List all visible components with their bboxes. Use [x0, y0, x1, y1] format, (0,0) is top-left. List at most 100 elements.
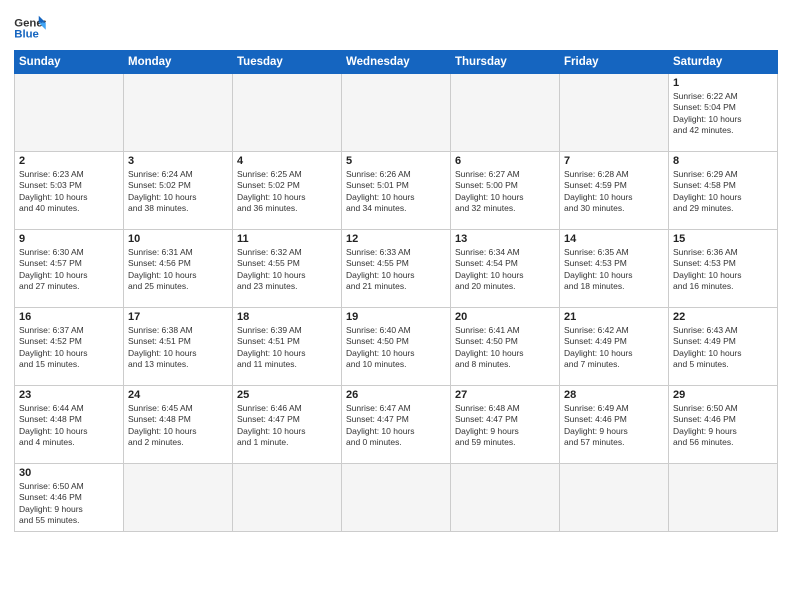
weekday-header-monday: Monday [124, 51, 233, 74]
calendar-cell [124, 464, 233, 532]
weekday-header-sunday: Sunday [15, 51, 124, 74]
day-number: 4 [237, 155, 337, 167]
cell-info: Sunrise: 6:30 AM Sunset: 4:57 PM Dayligh… [19, 247, 119, 293]
cell-info: Sunrise: 6:40 AM Sunset: 4:50 PM Dayligh… [346, 325, 446, 371]
calendar-cell [560, 464, 669, 532]
calendar-cell [451, 464, 560, 532]
calendar-cell: 11 Sunrise: 6:32 AM Sunset: 4:55 PM Dayli… [233, 230, 342, 308]
day-number: 27 [455, 389, 555, 401]
cell-info: Sunrise: 6:36 AM Sunset: 4:53 PM Dayligh… [673, 247, 773, 293]
calendar-cell [342, 464, 451, 532]
day-number: 7 [564, 155, 664, 167]
calendar-cell: 21 Sunrise: 6:42 AM Sunset: 4:49 PM Dayli… [560, 308, 669, 386]
weekday-header-saturday: Saturday [669, 51, 778, 74]
cell-info: Sunrise: 6:33 AM Sunset: 4:55 PM Dayligh… [346, 247, 446, 293]
cell-info: Sunrise: 6:48 AM Sunset: 4:47 PM Dayligh… [455, 403, 555, 449]
day-number: 14 [564, 233, 664, 245]
calendar-cell: 26 Sunrise: 6:47 AM Sunset: 4:47 PM Dayli… [342, 386, 451, 464]
cell-info: Sunrise: 6:46 AM Sunset: 4:47 PM Dayligh… [237, 403, 337, 449]
calendar-cell [233, 74, 342, 152]
calendar-cell: 4 Sunrise: 6:25 AM Sunset: 5:02 PM Daylig… [233, 152, 342, 230]
day-number: 10 [128, 233, 228, 245]
calendar-cell [233, 464, 342, 532]
day-number: 26 [346, 389, 446, 401]
day-number: 12 [346, 233, 446, 245]
weekday-header-tuesday: Tuesday [233, 51, 342, 74]
day-number: 29 [673, 389, 773, 401]
day-number: 6 [455, 155, 555, 167]
calendar-cell: 28Sunrise: 6:49 AM Sunset: 4:46 PM Dayli… [560, 386, 669, 464]
day-number: 5 [346, 155, 446, 167]
cell-info: Sunrise: 6:39 AM Sunset: 4:51 PM Dayligh… [237, 325, 337, 371]
logo-icon: General Blue [14, 14, 46, 42]
day-number: 30 [19, 467, 119, 479]
day-number: 2 [19, 155, 119, 167]
cell-info: Sunrise: 6:22 AM Sunset: 5:04 PM Dayligh… [673, 91, 773, 137]
calendar-cell [15, 74, 124, 152]
day-number: 8 [673, 155, 773, 167]
cell-info: Sunrise: 6:25 AM Sunset: 5:02 PM Dayligh… [237, 169, 337, 215]
cell-info: Sunrise: 6:26 AM Sunset: 5:01 PM Dayligh… [346, 169, 446, 215]
cell-info: Sunrise: 6:27 AM Sunset: 5:00 PM Dayligh… [455, 169, 555, 215]
weekday-header-friday: Friday [560, 51, 669, 74]
day-number: 15 [673, 233, 773, 245]
calendar-cell: 10 Sunrise: 6:31 AM Sunset: 4:56 PM Dayli… [124, 230, 233, 308]
calendar-cell [451, 74, 560, 152]
calendar-cell: 8Sunrise: 6:29 AM Sunset: 4:58 PM Daylig… [669, 152, 778, 230]
cell-info: Sunrise: 6:32 AM Sunset: 4:55 PM Dayligh… [237, 247, 337, 293]
weekday-header-thursday: Thursday [451, 51, 560, 74]
calendar-cell: 3 Sunrise: 6:24 AM Sunset: 5:02 PM Daylig… [124, 152, 233, 230]
calendar-cell: 16 Sunrise: 6:37 AM Sunset: 4:52 PM Dayli… [15, 308, 124, 386]
calendar-cell: 9 Sunrise: 6:30 AM Sunset: 4:57 PM Daylig… [15, 230, 124, 308]
calendar-cell: 25 Sunrise: 6:46 AM Sunset: 4:47 PM Dayli… [233, 386, 342, 464]
calendar-cell: 27 Sunrise: 6:48 AM Sunset: 4:47 PM Dayli… [451, 386, 560, 464]
day-number: 22 [673, 311, 773, 323]
calendar-cell: 7Sunrise: 6:28 AM Sunset: 4:59 PM Daylig… [560, 152, 669, 230]
calendar-cell [669, 464, 778, 532]
cell-info: Sunrise: 6:31 AM Sunset: 4:56 PM Dayligh… [128, 247, 228, 293]
cell-info: Sunrise: 6:50 AM Sunset: 4:46 PM Dayligh… [19, 481, 119, 527]
cell-info: Sunrise: 6:42 AM Sunset: 4:49 PM Dayligh… [564, 325, 664, 371]
cell-info: Sunrise: 6:38 AM Sunset: 4:51 PM Dayligh… [128, 325, 228, 371]
page-header: General Blue [14, 10, 778, 42]
cell-info: Sunrise: 6:43 AM Sunset: 4:49 PM Dayligh… [673, 325, 773, 371]
day-number: 20 [455, 311, 555, 323]
day-number: 25 [237, 389, 337, 401]
calendar-cell: 17 Sunrise: 6:38 AM Sunset: 4:51 PM Dayli… [124, 308, 233, 386]
cell-info: Sunrise: 6:23 AM Sunset: 5:03 PM Dayligh… [19, 169, 119, 215]
calendar-cell [560, 74, 669, 152]
calendar-table: SundayMondayTuesdayWednesdayThursdayFrid… [14, 50, 778, 532]
calendar-cell: 20 Sunrise: 6:41 AM Sunset: 4:50 PM Dayli… [451, 308, 560, 386]
calendar-cell: 19Sunrise: 6:40 AM Sunset: 4:50 PM Dayli… [342, 308, 451, 386]
day-number: 21 [564, 311, 664, 323]
cell-info: Sunrise: 6:24 AM Sunset: 5:02 PM Dayligh… [128, 169, 228, 215]
calendar-header-row: SundayMondayTuesdayWednesdayThursdayFrid… [15, 51, 778, 74]
day-number: 9 [19, 233, 119, 245]
day-number: 3 [128, 155, 228, 167]
cell-info: Sunrise: 6:47 AM Sunset: 4:47 PM Dayligh… [346, 403, 446, 449]
cell-info: Sunrise: 6:35 AM Sunset: 4:53 PM Dayligh… [564, 247, 664, 293]
day-number: 16 [19, 311, 119, 323]
cell-info: Sunrise: 6:41 AM Sunset: 4:50 PM Dayligh… [455, 325, 555, 371]
calendar-cell: 18Sunrise: 6:39 AM Sunset: 4:51 PM Dayli… [233, 308, 342, 386]
cell-info: Sunrise: 6:44 AM Sunset: 4:48 PM Dayligh… [19, 403, 119, 449]
svg-text:Blue: Blue [14, 29, 39, 41]
calendar-cell: 15 Sunrise: 6:36 AM Sunset: 4:53 PM Dayli… [669, 230, 778, 308]
weekday-header-wednesday: Wednesday [342, 51, 451, 74]
day-number: 13 [455, 233, 555, 245]
calendar-cell: 29 Sunrise: 6:50 AM Sunset: 4:46 PM Dayli… [669, 386, 778, 464]
calendar-cell: 1Sunrise: 6:22 AM Sunset: 5:04 PM Daylig… [669, 74, 778, 152]
cell-info: Sunrise: 6:37 AM Sunset: 4:52 PM Dayligh… [19, 325, 119, 371]
cell-info: Sunrise: 6:45 AM Sunset: 4:48 PM Dayligh… [128, 403, 228, 449]
calendar-cell: 13Sunrise: 6:34 AM Sunset: 4:54 PM Dayli… [451, 230, 560, 308]
day-number: 23 [19, 389, 119, 401]
logo: General Blue [14, 14, 46, 42]
calendar-cell: 23 Sunrise: 6:44 AM Sunset: 4:48 PM Dayli… [15, 386, 124, 464]
calendar-cell: 14 Sunrise: 6:35 AM Sunset: 4:53 PM Dayli… [560, 230, 669, 308]
cell-info: Sunrise: 6:50 AM Sunset: 4:46 PM Dayligh… [673, 403, 773, 449]
day-number: 24 [128, 389, 228, 401]
day-number: 28 [564, 389, 664, 401]
day-number: 11 [237, 233, 337, 245]
calendar-cell: 2 Sunrise: 6:23 AM Sunset: 5:03 PM Daylig… [15, 152, 124, 230]
day-number: 17 [128, 311, 228, 323]
